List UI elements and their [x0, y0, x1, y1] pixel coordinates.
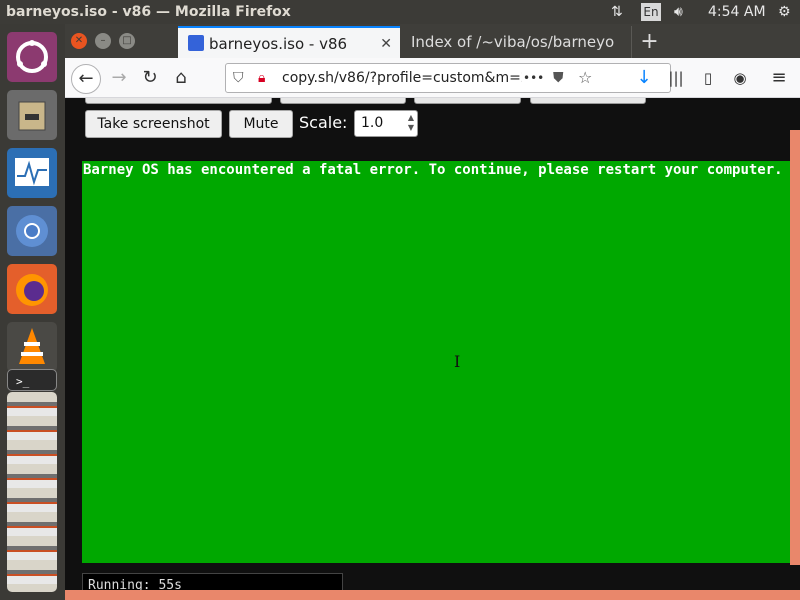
reload-button[interactable]: ↻: [135, 64, 165, 94]
pocket-icon[interactable]: ⛊: [553, 64, 564, 92]
scale-input[interactable]: 1.0 ▲ ▼: [354, 110, 418, 137]
files-icon[interactable]: [7, 90, 57, 140]
clock[interactable]: 4:54 AM: [708, 0, 766, 24]
url-text[interactable]: copy.sh/v86/?profile=custom&m=2: [282, 64, 522, 92]
take-screenshot-button[interactable]: Take screenshot: [85, 110, 222, 138]
page-actions-menu[interactable]: •••: [523, 64, 544, 92]
partial-button[interactable]: [85, 98, 272, 104]
network-icon[interactable]: ⇅: [611, 0, 623, 24]
firefox-icon[interactable]: [7, 264, 57, 314]
spinner-arrows-icon[interactable]: ▲ ▼: [408, 113, 414, 133]
system-monitor-icon[interactable]: [7, 148, 57, 198]
account-icon[interactable]: ◉: [725, 64, 755, 94]
plus-icon: +: [640, 29, 659, 54]
tab-label: barneyos.iso - v86: [209, 35, 348, 53]
v86-favicon-icon: [188, 35, 204, 51]
vlc-icon[interactable]: [7, 322, 57, 372]
keyboard-language-indicator[interactable]: En: [641, 3, 661, 21]
emulator-screen[interactable]: Barney OS has encountered a fatal error.…: [82, 161, 790, 563]
settings-gear-icon[interactable]: ⚙: [778, 0, 791, 24]
page-content: Take screenshot Mute Scale: 1.0 ▲ ▼ Barne…: [65, 98, 800, 590]
mute-button[interactable]: Mute: [229, 110, 293, 138]
home-button[interactable]: ⌂: [166, 64, 196, 94]
volume-icon[interactable]: 🔊︎: [674, 0, 683, 24]
partial-button[interactable]: [414, 98, 521, 104]
navigation-toolbar: ← → ↻ ⌂ ⛉ 🔒︎ copy.sh/v86/?profile=custom…: [65, 58, 800, 98]
browser-tab-bar: ✕ – □ barneyos.iso - v86 ✕ Index of /~vi…: [65, 24, 800, 58]
stacked-apps-icon[interactable]: [7, 392, 57, 592]
text-cursor-icon: I: [454, 352, 461, 371]
scale-label: Scale:: [299, 113, 348, 132]
shield-icon[interactable]: ⛉: [233, 64, 244, 92]
launcher: >_: [0, 24, 65, 600]
svg-text:>_: >_: [16, 375, 30, 388]
back-button[interactable]: ←: [71, 64, 101, 94]
terminal-icon[interactable]: >_: [7, 369, 57, 391]
partial-button[interactable]: [280, 98, 406, 104]
system-top-bar: barneyos.iso - v86 — Mozilla Firefox ⇅ E…: [0, 0, 800, 24]
running-status: Running: 55s: [82, 573, 343, 590]
tab-index[interactable]: Index of /~viba/os/barneyo: [402, 26, 630, 58]
tab-barneyos[interactable]: barneyos.iso - v86 ✕: [178, 26, 400, 58]
downloads-icon[interactable]: ↓: [629, 64, 659, 94]
bookmark-star-icon[interactable]: ☆: [578, 64, 592, 92]
fatal-error-message: Barney OS has encountered a fatal error.…: [83, 162, 783, 178]
insecure-lock-icon[interactable]: 🔒︎: [258, 64, 265, 92]
maximize-window-button[interactable]: □: [119, 33, 135, 49]
accent-strip-bottom: [65, 590, 800, 600]
window-title: barneyos.iso - v86 — Mozilla Firefox: [6, 4, 291, 20]
forward-button[interactable]: →: [104, 64, 134, 94]
tab-label: Index of /~viba/os/barneyo: [411, 33, 615, 51]
library-icon[interactable]: |||: [661, 64, 691, 94]
close-window-button[interactable]: ✕: [71, 33, 87, 49]
sidebar-icon[interactable]: ▯: [693, 64, 723, 94]
scale-value[interactable]: 1.0: [361, 115, 383, 131]
chromium-icon[interactable]: [7, 206, 57, 256]
ubuntu-icon[interactable]: [7, 32, 57, 82]
menu-hamburger-icon[interactable]: ≡: [764, 64, 794, 94]
close-tab-icon[interactable]: ✕: [380, 28, 392, 60]
minimize-window-button[interactable]: –: [95, 33, 111, 49]
url-bar[interactable]: ⛉ 🔒︎ copy.sh/v86/?profile=custom&m=2 •••…: [225, 63, 671, 93]
accent-strip: [790, 130, 800, 565]
new-tab-button[interactable]: +: [631, 26, 667, 58]
partial-button[interactable]: [530, 98, 646, 104]
